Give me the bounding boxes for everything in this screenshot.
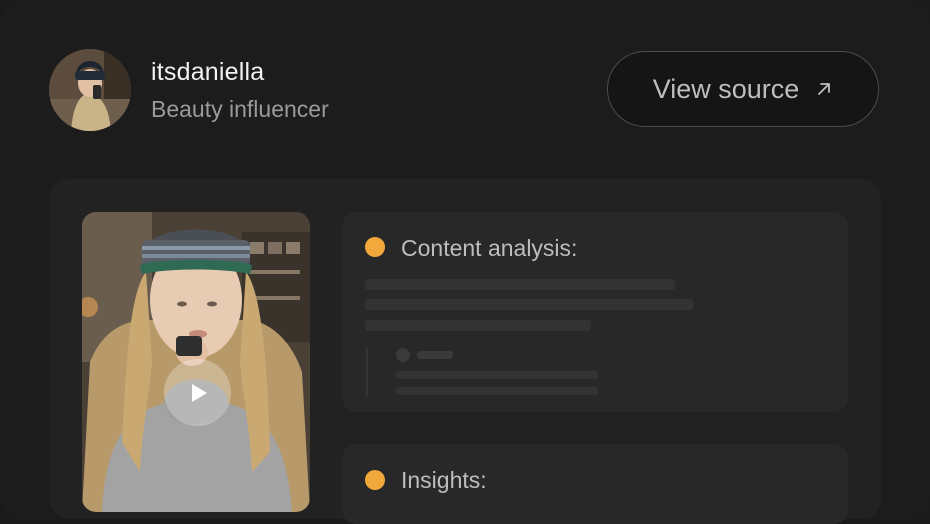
skeleton-line <box>417 351 453 359</box>
play-button[interactable] <box>164 359 231 426</box>
avatar <box>49 49 131 131</box>
quote-divider <box>366 347 368 397</box>
insights-status-dot <box>365 470 385 490</box>
profile-username: itsdaniella <box>151 58 265 86</box>
skeleton-line <box>396 371 598 379</box>
play-icon <box>191 383 207 402</box>
profile-role: Beauty influencer <box>151 96 329 122</box>
content-analysis-title: Content analysis: <box>401 235 578 261</box>
avatar-photo <box>49 49 131 131</box>
skeleton-line <box>396 387 598 395</box>
insights-title: Insights: <box>401 467 487 493</box>
skeleton-line <box>365 320 591 331</box>
analysis-status-dot <box>365 237 385 257</box>
view-source-label: View source <box>652 73 800 104</box>
view-source-button[interactable]: View source <box>607 51 879 127</box>
skeleton-avatar <box>396 348 410 362</box>
skeleton-line <box>365 279 675 290</box>
arrow-up-right-icon <box>818 83 831 95</box>
skeleton-line <box>365 299 693 310</box>
profile-card: itsdaniella Beauty influencer View sourc… <box>0 0 930 524</box>
